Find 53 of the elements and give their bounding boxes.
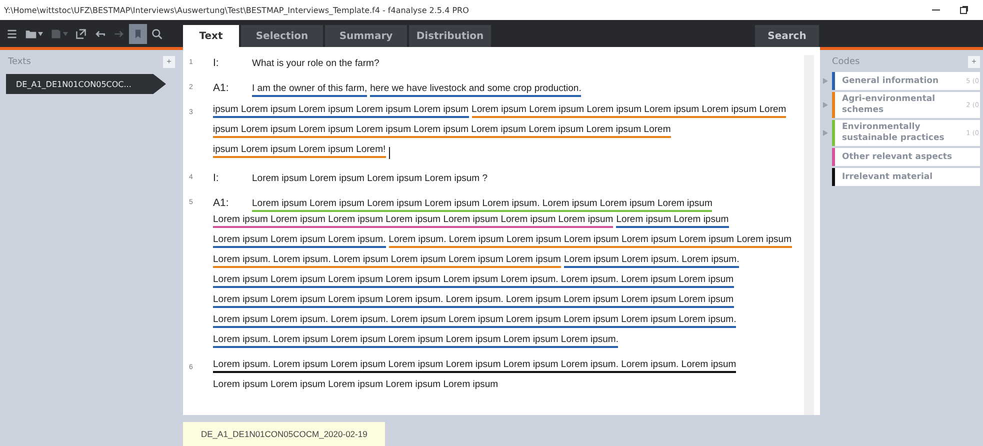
coded-text: Lorem ipsum. Lorem ipsum. Lorem ipsum Lorem ipsum Lorem ipsum Lorem ipsum <box>213 253 561 268</box>
speaker-label: A1: <box>213 196 230 211</box>
code-item[interactable]: Irrelevant material <box>832 168 980 186</box>
coded-text: Lorem ipsum Lorem ipsum. Lorem ipsum. Lorem ipsum Lorem ipsum Lorem ipsum Lorem ipsum Lorem ipsum Lorem ipsum. <box>213 313 736 328</box>
add-button[interactable]: + <box>968 56 980 68</box>
speaker-label: A1: <box>213 81 230 96</box>
transcript-text: Lorem ipsum Lorem ipsum Lorem ipsum Lorem ipsum ? <box>252 172 488 186</box>
document-tab[interactable]: DE_A1_DE1N01CON05COCM_2020-02-19 <box>183 422 386 446</box>
coded-text: Lorem ipsum Lorem ipsum <box>616 213 729 228</box>
code-label: Agri-environmental schemes <box>841 93 936 117</box>
menu-icon <box>6 28 18 40</box>
coded-text: Lorem ipsum Lorem ipsum Lorem ipsum Lorem ipsum Lorem ipsum. Lorem ipsum Lorem ipsum Lorem ipsum <box>252 197 712 212</box>
floppy-icon <box>50 28 62 40</box>
transcript-text: What is your role on the farm? <box>252 57 380 71</box>
coded-text: ipsum Lorem ipsum Lorem ipsum Lorem! <box>213 143 386 158</box>
export-icon <box>75 28 87 40</box>
coded-text: Lorem ipsum Lorem ipsum Lorem ipsum Lorem ipsum. Lorem ipsum. Lorem ipsum Lorem ipsum Lorem ipsum Lorem ipsum <box>213 293 734 308</box>
search-icon <box>151 28 163 40</box>
panel-title: Texts <box>8 57 31 67</box>
caret-icon[interactable] <box>38 32 43 36</box>
code-item[interactable]: Other relevant aspects <box>832 148 980 166</box>
coded-text: Lorem ipsum Lorem ipsum Lorem ipsum Lorem ipsum Lorem ipsum Lorem ipsum. Lorem ipsum. Lorem ipsum Lorem ipsum <box>213 273 734 288</box>
scrollbar[interactable] <box>804 55 814 415</box>
coded-text: Lorem ipsum Lorem ipsum Lorem ipsum. <box>213 233 386 248</box>
coded-text: Lorem ipsum Lorem ipsum. Lorem ipsum. <box>564 253 740 268</box>
tab[interactable]: Summary <box>325 25 407 47</box>
code-label: Irrelevant material <box>841 170 934 184</box>
search-tab[interactable]: Search <box>755 25 819 47</box>
coded-text: I am the owner of this farm, <box>252 82 368 97</box>
bookmark-button[interactable] <box>129 24 147 44</box>
coded-text: ipsum Lorem ipsum Lorem ipsum Lorem ipsum Lorem ipsum Lorem ipsum Lorem ipsum Lorem ipsum Lorem <box>213 123 671 138</box>
speaker-label: I: <box>213 56 220 71</box>
tab[interactable]: Distribution <box>409 25 491 47</box>
tab[interactable]: Text <box>183 25 239 47</box>
coded-text: Lorem ipsum. Lorem ipsum Lorem ipsum Lorem ipsum Lorem ipsum Lorem ipsum Lorem ipsum <box>388 233 792 248</box>
window-title: Y:\Home\wittstoc\UFZ\BESTMAP\Interviews\Auswertung\Test\BESTMAP_Interviews_Template.f4 - f4analyse 2.5.4 PRO <box>4 6 469 14</box>
coded-text: here we have livestock and some crop production. <box>370 82 582 97</box>
tab[interactable]: Selection <box>241 25 323 47</box>
coded-text: ipsum Lorem ipsum Lorem ipsum Lorem ipsum Lorem ipsum <box>213 103 469 118</box>
add-button[interactable]: + <box>163 56 175 68</box>
panel-title: Codes <box>832 57 860 67</box>
coded-text: Lorem ipsum Lorem ipsum Lorem ipsum Lorem ipsum Lorem ipsum Lorem ipsum Lorem ipsum <box>213 213 614 228</box>
folder-icon <box>25 28 37 40</box>
code-label: Other relevant aspects <box>841 150 954 164</box>
coded-text: Lorem ipsum Lorem ipsum Lorem ipsum Lorem ipsum Lorem ipsum Lorem <box>472 103 786 118</box>
text-list-item[interactable]: DE_A1_DE1N01CON05COC... <box>6 74 166 94</box>
coded-text: Lorem ipsum. Lorem ipsum Lorem ipsum Lorem ipsum Lorem ipsum Lorem ipsum Lorem ipsum. Lorem ipsum. Lorem ipsum <box>213 358 736 373</box>
transcript-text: Lorem ipsum Lorem ipsum Lorem ipsum Lorem ipsum Lorem ipsum <box>213 378 498 392</box>
code-label: Environmentally sustainable practices <box>841 121 946 145</box>
code-label: General information <box>841 74 940 88</box>
speaker-label: I: <box>213 171 220 186</box>
maximize-icon[interactable] <box>959 5 969 15</box>
coded-text: Lorem ipsum. Lorem ipsum Lorem ipsum Lorem ipsum Lorem ipsum Lorem ipsum Lorem ipsum. <box>213 333 618 348</box>
